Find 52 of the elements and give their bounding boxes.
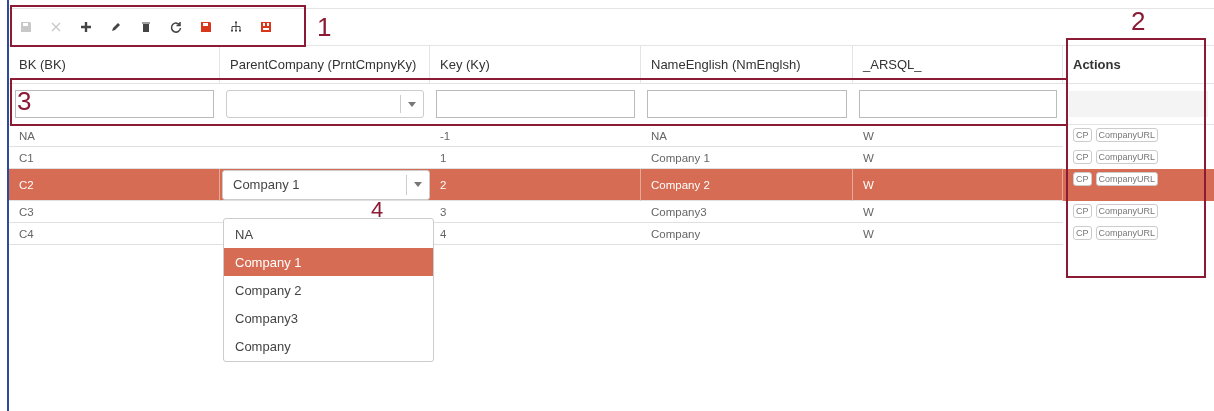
dropdown-option[interactable]: Company	[224, 332, 433, 360]
table-cell: 2	[440, 178, 447, 191]
table-cell: Company 1	[651, 151, 710, 164]
company-url-button[interactable]: CompanyURL	[1095, 150, 1159, 164]
table-cell: W	[863, 178, 874, 191]
table-cell: C4	[19, 227, 34, 240]
table-cell: -1	[440, 129, 451, 142]
filter-field[interactable]	[15, 90, 214, 118]
table-cell: W	[863, 205, 874, 218]
dropdown-option[interactable]: NA	[224, 220, 433, 248]
dropdown-option[interactable]: Company3	[224, 304, 433, 332]
company-url-button[interactable]: CompanyURL	[1095, 172, 1159, 186]
table-cell: NA	[651, 129, 667, 142]
dropdown-option[interactable]: Company 1	[224, 248, 433, 276]
table-cell: Company3	[651, 205, 707, 218]
table-cell: C2	[19, 178, 34, 191]
column-header[interactable]: BK (BK)	[19, 57, 66, 72]
cp-button[interactable]: CP	[1073, 226, 1092, 240]
table-cell: C3	[19, 205, 34, 218]
filter-field[interactable]	[647, 90, 847, 118]
parent-company-dropdown[interactable]: Company 1	[222, 169, 430, 200]
company-url-button[interactable]: CompanyURL	[1095, 226, 1159, 240]
table-cell: 3	[440, 205, 447, 218]
filter-field[interactable]	[859, 90, 1057, 118]
table-cell: 4	[440, 227, 447, 240]
cp-button[interactable]: CP	[1073, 204, 1092, 218]
column-header[interactable]: _ARSQL_	[863, 57, 922, 72]
cp-button[interactable]: CP	[1073, 172, 1092, 186]
annotation-number: 2	[1131, 8, 1146, 34]
table-cell: Company 2	[651, 178, 710, 191]
company-url-button[interactable]: CompanyURL	[1095, 204, 1159, 218]
table-cell: 1	[440, 151, 447, 164]
company-url-button[interactable]: CompanyURL	[1095, 128, 1159, 142]
caret-icon	[414, 182, 422, 187]
annotation-number: 4	[371, 199, 384, 221]
column-header[interactable]: Key (Ky)	[440, 57, 490, 72]
dropdown-option[interactable]: Company 2	[224, 276, 433, 304]
annotation-number: 3	[17, 88, 32, 114]
table-cell: W	[863, 151, 874, 164]
caret-icon	[408, 101, 416, 107]
table-cell: C1	[19, 151, 34, 164]
table-cell: W	[863, 129, 874, 142]
filter-field[interactable]	[436, 90, 635, 118]
table-row[interactable]: C2 Company 1 2 Company 2 W CP CompanyURL	[9, 169, 1214, 201]
cp-button[interactable]: CP	[1073, 128, 1092, 142]
table-cell: NA	[19, 129, 35, 142]
column-header[interactable]: Actions	[1073, 57, 1121, 72]
table-cell: Company	[651, 227, 701, 240]
table-row[interactable]: NA -1 NA W CP CompanyURL	[9, 125, 1214, 147]
table-cell: W	[863, 227, 874, 240]
annotation-number: 1	[317, 14, 332, 40]
cp-button[interactable]: CP	[1073, 150, 1092, 164]
